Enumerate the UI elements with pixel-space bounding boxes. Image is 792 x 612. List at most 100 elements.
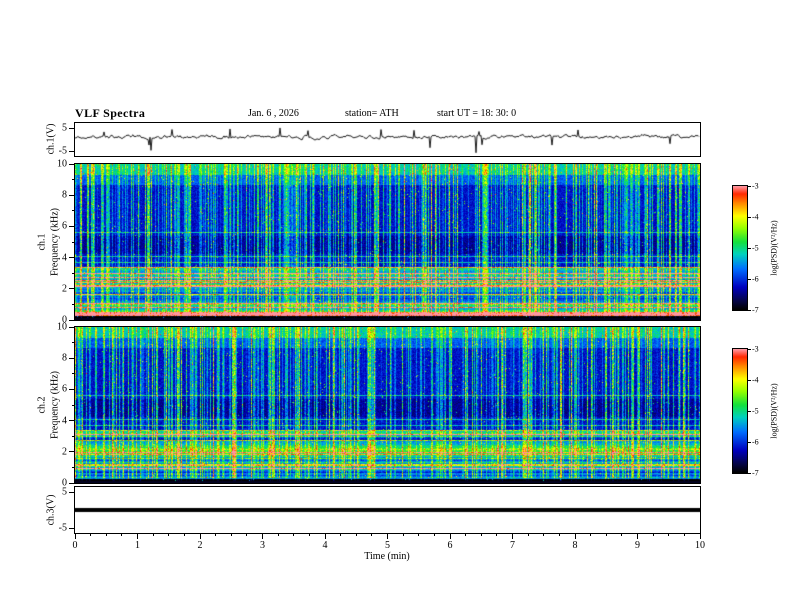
- ch1-waveform-panel: [74, 122, 701, 157]
- y-axis-tick: [69, 194, 74, 196]
- ch2-spectrogram-channel-label: ch.2: [36, 396, 48, 414]
- y-tick-label: 4: [62, 252, 67, 264]
- colorbar-tick-label: -6: [752, 274, 759, 284]
- y-tick-label: -5: [58, 522, 67, 534]
- colorbar-tick-label: -3: [752, 181, 759, 191]
- x-axis-tick: [637, 534, 638, 539]
- y-axis-tick: [69, 326, 74, 328]
- x-axis-minor-tick: [652, 534, 654, 536]
- colorbar-tick: [748, 472, 751, 474]
- x-axis-minor-tick: [371, 534, 373, 536]
- ch1-spectrogram-panel: [74, 163, 701, 321]
- x-axis-label: Time (min): [364, 551, 410, 562]
- ch2-spectrogram-ylabel: Frequency (kHz): [49, 370, 61, 440]
- colorbar-tick: [748, 247, 751, 249]
- x-axis-minor-tick: [215, 534, 217, 536]
- x-axis-tick: [137, 534, 138, 539]
- y-tick-label: 10: [57, 158, 67, 170]
- y-axis-tick: [69, 225, 74, 227]
- colorbar-tick-label: -4: [752, 375, 759, 385]
- y-tick-label: 4: [62, 415, 67, 427]
- x-tick-label: 4: [322, 540, 328, 551]
- x-axis-minor-tick: [277, 534, 279, 536]
- y-axis-minor-tick: [72, 303, 74, 305]
- x-axis-minor-tick: [605, 534, 607, 536]
- ch1-spectrogram-channel-label: ch.1: [36, 233, 48, 251]
- colorbar-ch1: [732, 185, 748, 311]
- y-axis-minor-tick: [72, 466, 74, 468]
- x-axis-tick: [449, 534, 451, 539]
- x-tick-label: 9: [635, 540, 640, 551]
- y-axis-tick: [69, 388, 74, 390]
- x-axis-tick: [512, 534, 513, 539]
- y-axis-minor-tick: [72, 241, 74, 243]
- y-tick-label: 2: [62, 446, 67, 458]
- x-tick-label: 0: [72, 540, 78, 551]
- y-axis-minor-tick: [72, 404, 74, 406]
- x-axis-minor-tick: [621, 534, 623, 536]
- x-axis-minor-tick: [402, 534, 404, 536]
- station-label: station= ATH: [345, 108, 399, 119]
- colorbar-tick: [748, 185, 751, 187]
- colorbar-ch2: [732, 348, 748, 474]
- colorbar-ch2-canvas: [733, 349, 747, 473]
- colorbar-tick: [748, 379, 751, 381]
- y-tick-label: 10: [57, 321, 67, 333]
- x-axis-tick: [387, 534, 388, 539]
- x-axis-minor-tick: [121, 534, 123, 536]
- ch3-waveform-panel: [74, 486, 701, 534]
- y-axis-tick: [69, 357, 74, 359]
- y-tick-label: 8: [62, 189, 67, 201]
- figure-title: VLF Spectra: [75, 106, 146, 120]
- x-axis-minor-tick: [558, 534, 560, 536]
- x-axis-tick: [262, 534, 263, 539]
- ch1-waveform-canvas: [75, 123, 700, 156]
- x-axis-minor-tick: [340, 534, 342, 536]
- x-axis-minor-tick: [418, 534, 420, 536]
- x-axis-minor-tick: [496, 534, 498, 536]
- x-tick-label: 2: [197, 540, 203, 551]
- colorbar-tick-label: -5: [752, 243, 759, 253]
- x-axis-minor-tick: [668, 534, 670, 536]
- colorbar-ch2-label: log(PSD)(V²/Hz): [769, 383, 779, 439]
- x-axis-minor-tick: [308, 534, 310, 536]
- y-tick-label: 6: [62, 383, 67, 395]
- colorbar-tick: [748, 309, 751, 311]
- ch2-spectrogram-panel: [74, 326, 701, 484]
- y-axis-minor-tick: [72, 435, 74, 437]
- x-tick-label: 5: [385, 540, 390, 551]
- x-axis-tick: [199, 534, 201, 539]
- x-axis-tick: [574, 534, 576, 539]
- x-axis-tick: [699, 534, 701, 539]
- x-axis-minor-tick: [230, 534, 232, 536]
- x-tick-label: 1: [135, 540, 140, 551]
- x-axis-minor-tick: [168, 534, 170, 536]
- y-tick-label: 5: [62, 486, 67, 498]
- colorbar-tick-label: -3: [752, 344, 759, 354]
- y-axis-minor-tick: [72, 272, 74, 274]
- figure-date: Jan. 6 , 2026: [248, 108, 299, 119]
- colorbar-tick-label: -6: [752, 437, 759, 447]
- y-axis-tick: [69, 319, 74, 321]
- x-axis-minor-tick: [590, 534, 592, 536]
- x-axis-minor-tick: [90, 534, 92, 536]
- x-axis-minor-tick: [355, 534, 357, 536]
- x-axis-minor-tick: [183, 534, 185, 536]
- y-axis-tick: [69, 451, 74, 453]
- colorbar-ch1-label: log(PSD)(V²/Hz): [769, 220, 779, 276]
- x-axis-minor-tick: [527, 534, 529, 536]
- ch1-spectrogram-ylabel: Frequency (kHz): [49, 207, 61, 277]
- ch3-waveform-ylabel: ch.3(V): [45, 494, 57, 526]
- y-tick-label: -5: [58, 145, 67, 157]
- colorbar-tick: [748, 441, 751, 443]
- x-axis-minor-tick: [105, 534, 107, 536]
- x-tick-label: 10: [695, 540, 705, 551]
- start-ut-label: start UT = 18: 30: 0: [437, 108, 517, 119]
- colorbar-ch1-canvas: [733, 186, 747, 310]
- y-axis-minor-tick: [72, 373, 74, 375]
- y-axis-tick: [69, 527, 74, 529]
- y-tick-label: 6: [62, 220, 67, 232]
- x-tick-label: 3: [260, 540, 265, 551]
- colorbar-tick: [748, 216, 751, 218]
- x-axis-minor-tick: [480, 534, 482, 536]
